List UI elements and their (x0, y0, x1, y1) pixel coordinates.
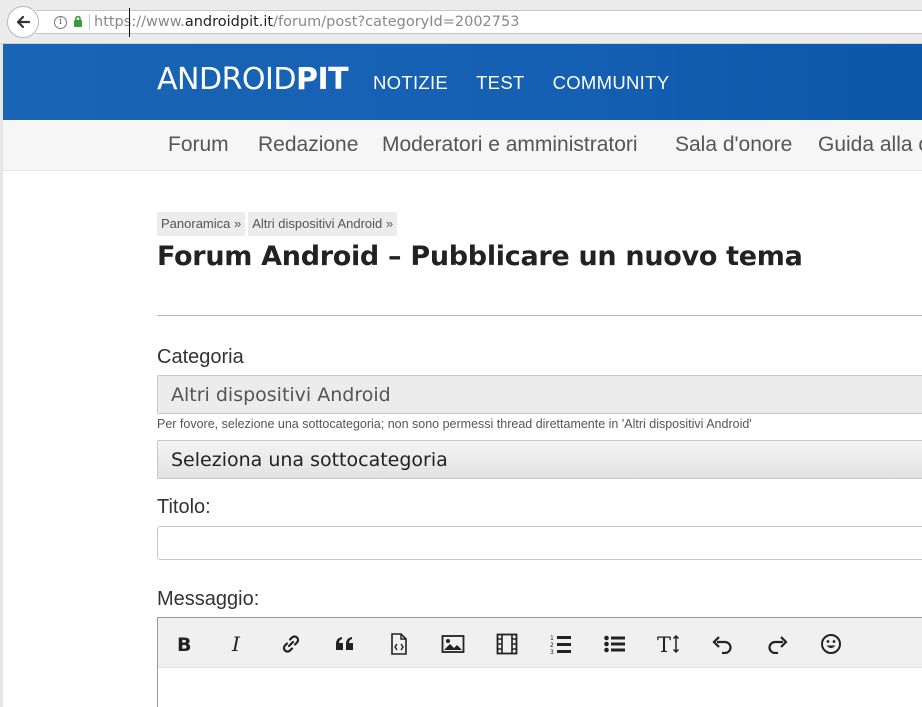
svg-text:3: 3 (550, 649, 554, 655)
italic-icon[interactable]: I (224, 631, 250, 657)
code-icon[interactable] (386, 631, 412, 657)
nav-community[interactable]: COMMUNITY (553, 72, 670, 94)
image-icon[interactable] (440, 631, 466, 657)
quote-icon[interactable] (332, 631, 358, 657)
editor-toolbar: B I 123 T (158, 618, 922, 668)
address-bar[interactable]: i https://www.androidpit.it/forum/post?c… (36, 10, 922, 34)
logo-part-pit: PIT (295, 62, 349, 97)
message-label: Messaggio: (157, 588, 260, 610)
text-caret (129, 8, 130, 37)
breadcrumb: Panoramica » Altri dispositivi Android » (157, 212, 398, 236)
undo-icon[interactable] (710, 631, 736, 657)
subcategory-select[interactable]: Seleziona una sottocategoria (157, 440, 922, 479)
category-label: Categoria (157, 346, 244, 368)
svg-text:T: T (657, 633, 671, 655)
url-separator (89, 14, 90, 30)
breadcrumb-panoramica[interactable]: Panoramica » (157, 212, 246, 236)
subnav-sala-onore[interactable]: Sala d'onore (675, 133, 792, 157)
category-select-value: Altri dispositivi Android (171, 383, 391, 406)
url-host: androidpit.it (184, 14, 274, 30)
category-hint: Per fovore, selezione una sottocategoria… (157, 417, 752, 431)
nav-notizie[interactable]: NOTIZIE (373, 72, 448, 94)
link-icon[interactable] (278, 631, 304, 657)
svg-text:I: I (231, 634, 241, 654)
redo-icon[interactable] (764, 631, 790, 657)
subcategory-select-value: Seleziona una sottocategoria (171, 448, 448, 471)
video-icon[interactable] (494, 631, 520, 657)
url-scheme: https://www. (94, 14, 185, 30)
breadcrumb-altri-dispositivi[interactable]: Altri dispositivi Android » (248, 212, 398, 236)
ordered-list-icon[interactable]: 123 (548, 631, 574, 657)
url-text[interactable]: https://www.androidpit.it/forum/post?cat… (94, 14, 519, 30)
title-input[interactable] (157, 526, 922, 560)
title-divider (157, 315, 922, 316)
subnav-redazione[interactable]: Redazione (258, 133, 358, 157)
lock-icon (73, 13, 83, 31)
svg-text:1: 1 (550, 635, 554, 642)
bold-icon[interactable]: B (170, 631, 196, 657)
nav-test[interactable]: TEST (476, 72, 524, 94)
category-select[interactable]: Altri dispositivi Android (157, 375, 922, 414)
forum-subnav: Forum Redazione Moderatori e amministrat… (3, 120, 922, 171)
svg-text:B: B (177, 634, 191, 654)
emoji-icon[interactable] (818, 631, 844, 657)
logo-part-android: ANDROID (157, 62, 296, 97)
site-header: ANDROIDPIT NOTIZIE TEST COMMUNITY (3, 44, 922, 120)
message-editor[interactable]: B I 123 T (157, 617, 922, 707)
unordered-list-icon[interactable] (602, 631, 628, 657)
text-size-icon[interactable]: T (656, 631, 682, 657)
top-navigation: NOTIZIE TEST COMMUNITY (373, 72, 697, 94)
svg-text:2: 2 (550, 642, 554, 649)
url-path: /forum/post?categoryId=2002753 (273, 14, 520, 30)
back-button[interactable] (7, 6, 39, 38)
subnav-guida[interactable]: Guida alla c (818, 133, 922, 157)
subnav-moderatori[interactable]: Moderatori e amministratori (382, 133, 638, 157)
title-label: Titolo: (157, 496, 211, 518)
info-icon[interactable]: i (54, 15, 67, 29)
subnav-forum[interactable]: Forum (168, 133, 229, 157)
site-logo[interactable]: ANDROIDPIT (157, 62, 349, 97)
back-arrow-icon (16, 15, 31, 29)
browser-toolbar: i https://www.androidpit.it/forum/post?c… (0, 0, 922, 44)
page-title: Forum Android – Pubblicare un nuovo tema (157, 241, 803, 272)
